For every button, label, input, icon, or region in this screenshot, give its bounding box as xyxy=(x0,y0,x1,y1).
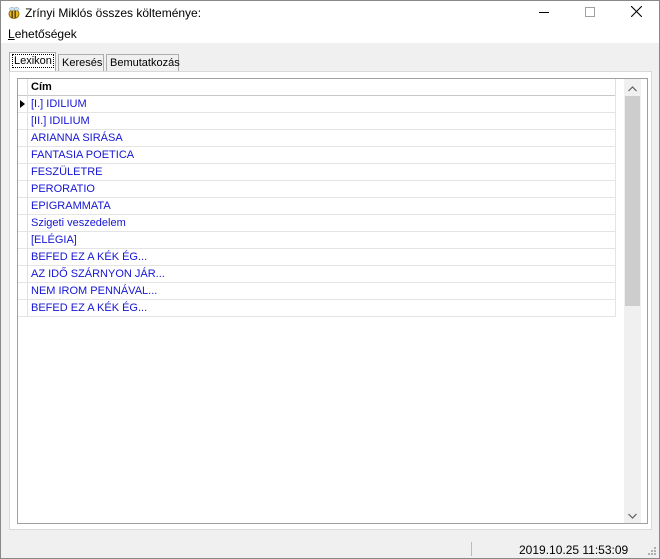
status-datetime: 2019.10.25 11:53:09 xyxy=(519,543,629,557)
table-row[interactable]: [II.] IDILIUM xyxy=(18,113,616,130)
table-row[interactable]: [ELÉGIA] xyxy=(18,232,616,249)
row-header[interactable] xyxy=(18,96,28,112)
grid-corner-cell xyxy=(18,79,28,96)
maximize-icon xyxy=(585,6,595,20)
row-header[interactable] xyxy=(18,198,28,214)
minimize-icon xyxy=(539,6,549,20)
row-title[interactable]: FESZÜLETRE xyxy=(31,166,103,178)
row-header[interactable] xyxy=(18,181,28,197)
bee-icon[interactable] xyxy=(7,6,21,20)
poems-grid[interactable]: Cím [I.] IDILIUM [II.] IDILIUM ARIANNA S… xyxy=(17,78,648,524)
column-divider xyxy=(615,113,616,129)
tab-label: Lexikon xyxy=(12,54,54,68)
menu-lehetosegek[interactable]: Lehetőségek xyxy=(8,27,77,41)
table-row[interactable]: Szigeti veszedelem xyxy=(18,215,616,232)
menu-accelerator: L xyxy=(8,27,15,41)
maximize-button[interactable] xyxy=(567,1,613,25)
column-divider xyxy=(615,266,616,282)
table-row[interactable]: [I.] IDILIUM xyxy=(18,96,616,113)
column-divider xyxy=(615,181,616,197)
table-row[interactable]: EPIGRAMMATA xyxy=(18,198,616,215)
row-title[interactable]: ARIANNA SIRÁSA xyxy=(31,132,123,144)
grid-header: Cím xyxy=(18,79,616,96)
minimize-button[interactable] xyxy=(521,1,567,25)
resize-grip-icon[interactable] xyxy=(646,545,657,556)
close-icon xyxy=(630,5,642,20)
column-divider xyxy=(615,96,616,112)
row-header[interactable] xyxy=(18,215,28,231)
row-title[interactable]: PERORATIO xyxy=(31,183,95,195)
chevron-up-icon xyxy=(628,81,637,95)
column-divider xyxy=(615,147,616,163)
column-header-cim[interactable]: Cím xyxy=(31,81,52,93)
table-row[interactable]: BEFED EZ A KÉK ÉG... xyxy=(18,249,616,266)
menu-bar: Lehetőségek xyxy=(1,25,659,43)
chevron-down-icon xyxy=(628,508,637,522)
row-title[interactable]: BEFED EZ A KÉK ÉG... xyxy=(31,302,147,314)
row-header[interactable] xyxy=(18,147,28,163)
row-title[interactable]: EPIGRAMMATA xyxy=(31,200,111,212)
row-title[interactable]: [II.] IDILIUM xyxy=(31,115,90,127)
row-title[interactable]: AZ IDŐ SZÁRNYON JÁR... xyxy=(31,268,165,280)
row-title[interactable]: [ELÉGIA] xyxy=(31,234,77,246)
column-divider xyxy=(615,198,616,214)
current-row-arrow-icon xyxy=(20,100,25,108)
column-divider xyxy=(615,164,616,180)
row-header[interactable] xyxy=(18,164,28,180)
table-row[interactable]: ARIANNA SIRÁSA xyxy=(18,130,616,147)
vertical-scrollbar[interactable] xyxy=(624,79,641,523)
menu-label: ehetőségek xyxy=(14,27,77,41)
row-title[interactable]: FANTASIA POETICA xyxy=(31,149,134,161)
column-divider xyxy=(615,130,616,146)
table-row[interactable]: NEM IROM PENNÁVAL... xyxy=(18,283,616,300)
table-row[interactable]: AZ IDŐ SZÁRNYON JÁR... xyxy=(18,266,616,283)
window-title: Zrínyi Miklós összes költeménye: xyxy=(25,6,202,20)
row-header[interactable] xyxy=(18,300,28,316)
column-divider xyxy=(615,249,616,265)
scroll-down-button[interactable] xyxy=(624,506,641,523)
table-row[interactable]: BEFED EZ A KÉK ÉG... xyxy=(18,300,616,317)
column-divider xyxy=(615,232,616,248)
column-divider xyxy=(615,283,616,299)
column-divider xyxy=(615,79,616,96)
tab-panel-lexikon: Cím [I.] IDILIUM [II.] IDILIUM ARIANNA S… xyxy=(9,71,652,530)
row-header[interactable] xyxy=(18,130,28,146)
column-divider xyxy=(615,215,616,231)
status-divider xyxy=(471,542,472,556)
tab-label: Bemutatkozás xyxy=(110,57,180,69)
title-bar[interactable]: Zrínyi Miklós összes költeménye: xyxy=(1,1,659,25)
tab-bemutatkozas[interactable]: Bemutatkozás xyxy=(106,54,180,72)
row-title[interactable]: NEM IROM PENNÁVAL... xyxy=(31,285,157,297)
status-bar: 2019.10.25 11:53:09 xyxy=(1,540,659,558)
tab-kereses[interactable]: Keresés xyxy=(58,54,104,72)
row-header[interactable] xyxy=(18,232,28,248)
close-button[interactable] xyxy=(613,1,659,25)
main-window: Zrínyi Miklós összes költeménye: Lehetős… xyxy=(0,0,660,559)
grid-rows: [I.] IDILIUM [II.] IDILIUM ARIANNA SIRÁS… xyxy=(18,96,616,317)
row-title[interactable]: [I.] IDILIUM xyxy=(31,98,87,110)
row-header[interactable] xyxy=(18,283,28,299)
scroll-thumb[interactable] xyxy=(625,96,640,306)
table-row[interactable]: FANTASIA POETICA xyxy=(18,147,616,164)
row-header[interactable] xyxy=(18,113,28,129)
row-header[interactable] xyxy=(18,266,28,282)
tab-label: Keresés xyxy=(62,57,103,69)
column-divider xyxy=(615,300,616,316)
row-title[interactable]: Szigeti veszedelem xyxy=(31,217,126,229)
tab-lexikon[interactable]: Lexikon xyxy=(9,52,56,72)
row-header[interactable] xyxy=(18,249,28,265)
table-row[interactable]: PERORATIO xyxy=(18,181,616,198)
scroll-up-button[interactable] xyxy=(624,79,641,96)
row-title[interactable]: BEFED EZ A KÉK ÉG... xyxy=(31,251,147,263)
table-row[interactable]: FESZÜLETRE xyxy=(18,164,616,181)
